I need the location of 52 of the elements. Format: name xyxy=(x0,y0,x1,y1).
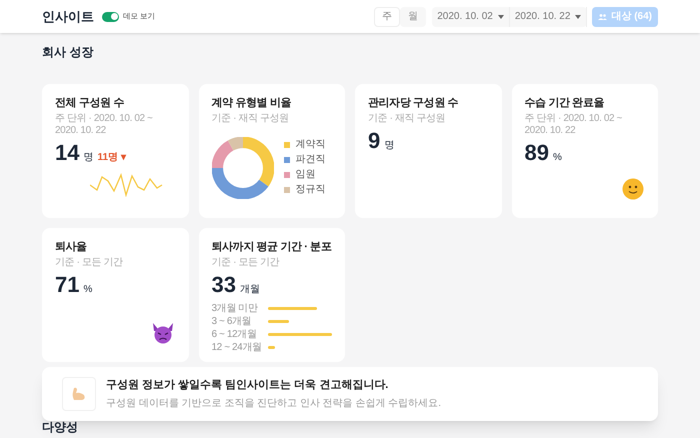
card-title: 전체 구성원 수 xyxy=(55,97,125,111)
bar-label: 3개월 미만 xyxy=(212,302,259,315)
stat-value: 89 xyxy=(524,142,549,164)
period-tab[interactable]: 월 xyxy=(400,6,426,26)
caret-icon xyxy=(575,14,582,18)
stat-unit: 명 xyxy=(83,150,94,165)
caret-icon xyxy=(498,14,504,18)
legend-label: 파견직 xyxy=(296,154,326,166)
stat-value: 33 xyxy=(212,274,236,296)
stat-value: 9 xyxy=(368,130,380,152)
stat-unit: % xyxy=(552,150,562,165)
card-subtitle: 기준 · 모든 기간 xyxy=(212,256,280,269)
distribution-bar xyxy=(268,346,276,350)
distribution-bar xyxy=(268,320,289,324)
notice-title: 구성원 정보가 쌓일수록 팀인사이트는 더욱 견고해집니다. xyxy=(106,378,390,393)
bar-label: 3 ~ 6개월 xyxy=(212,316,252,328)
distribution-bar xyxy=(268,333,332,336)
stat-unit: 명 xyxy=(384,138,394,153)
bar-label: 6 ~ 12개월 xyxy=(212,328,258,341)
people-icon xyxy=(598,14,608,20)
stat-value: 71 xyxy=(55,274,80,296)
card-title: 퇴사율 xyxy=(55,241,88,255)
donut-chart-drawing xyxy=(212,136,274,199)
period-tab[interactable]: 주 xyxy=(374,6,400,26)
distribution-bar xyxy=(268,307,318,310)
date-select[interactable]: 2020. 10. 02 xyxy=(432,6,510,26)
card-subtitle: 기준 · 재직 구성원 xyxy=(368,112,446,125)
bar-label: 12 ~ 24개월 xyxy=(212,342,263,354)
legend-label: 임원 xyxy=(296,169,316,182)
stat-unit: % xyxy=(83,282,92,297)
stat-unit: 개월 xyxy=(240,282,260,297)
section-title: 회사 성장 xyxy=(42,44,94,61)
legend-label: 정규직 xyxy=(296,184,326,196)
page-title: 인사이트 xyxy=(42,8,94,26)
card-title: 수습 기간 완료율 xyxy=(524,97,606,111)
devil-face-icon xyxy=(150,322,174,344)
flexed-arm-icon xyxy=(71,387,87,401)
legend-label: 계약직 xyxy=(296,139,326,152)
card-subtitle: 기준 · 재직 구성원 xyxy=(212,112,290,125)
section-title: 다양성 xyxy=(42,419,79,436)
card-subtitle: 기준 · 모든 기간 xyxy=(55,256,124,269)
smiley-icon xyxy=(622,178,644,200)
demo-toggle[interactable] xyxy=(102,12,119,22)
card-subtitle: 주 단위 · 2020. 10. 02 ~ 2020. 10. 22 xyxy=(55,112,154,137)
card-title: 퇴사까지 평균 기간 · 분포 xyxy=(212,241,332,255)
date-select[interactable]: 2020. 10. 22 xyxy=(510,6,588,26)
card-subtitle: 주 단위 · 2020. 10. 02 ~ 2020. 10. 22 xyxy=(524,112,623,137)
notice-text: 구성원 데이터를 기반으로 조직을 진단하고 인사 전략을 손쉽게 수립하세요. xyxy=(106,397,442,412)
card-title: 계약 유형별 비율 xyxy=(212,97,292,111)
stat-value: 14 xyxy=(55,142,80,164)
change-text: 11명 ▾ xyxy=(97,150,126,165)
card-title: 관리자당 구성원 수 xyxy=(368,97,460,111)
